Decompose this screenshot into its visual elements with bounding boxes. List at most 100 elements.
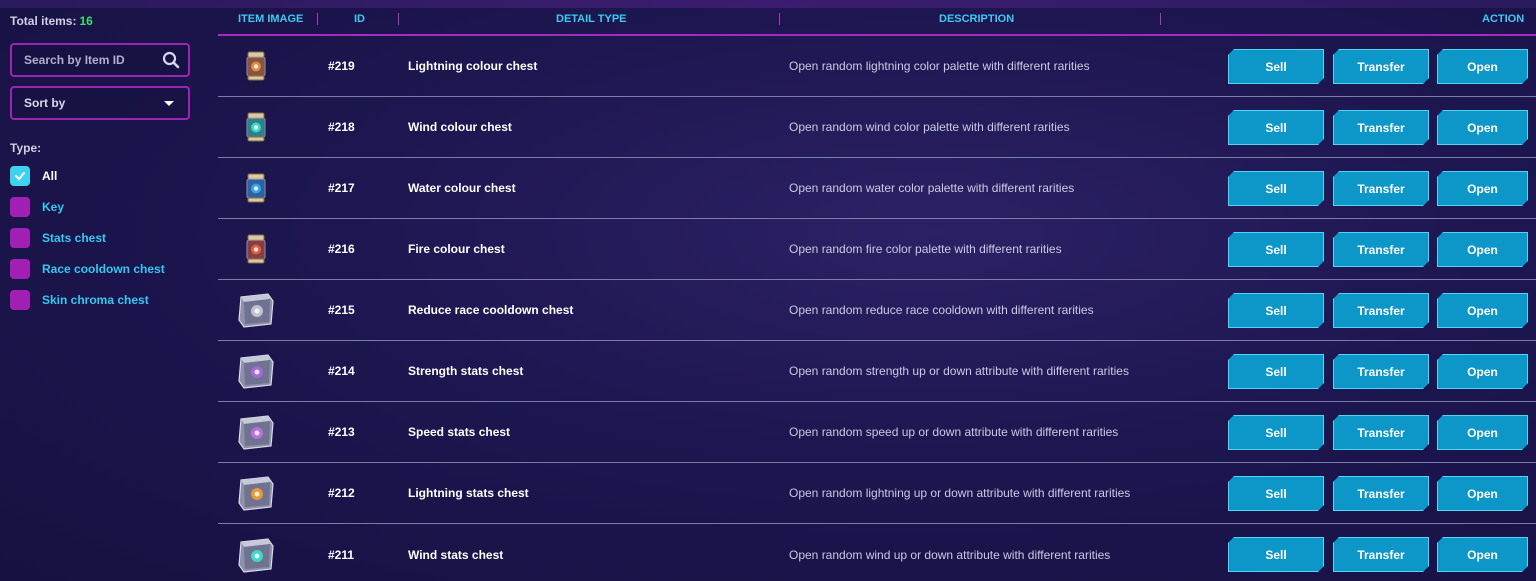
- table-row: #212 Lightning stats chest Open random lig…: [218, 463, 1536, 524]
- check-icon: [15, 172, 25, 181]
- item-detail-type: Water colour chest: [408, 181, 516, 195]
- item-image: [236, 412, 276, 452]
- item-detail-type: Lightning stats chest: [408, 486, 529, 500]
- transfer-button[interactable]: Transfer: [1333, 415, 1429, 450]
- jar-icon: [246, 173, 266, 203]
- filter-checkbox[interactable]: [10, 166, 30, 186]
- cube-icon: [238, 415, 274, 450]
- chevron-down-icon: [164, 100, 174, 106]
- item-description: Open random lightning up or down attribu…: [789, 486, 1131, 500]
- open-button[interactable]: Open: [1437, 537, 1528, 572]
- open-button[interactable]: Open: [1437, 49, 1528, 84]
- sell-button[interactable]: Sell: [1228, 476, 1324, 511]
- item-id: #212: [328, 486, 355, 500]
- filter-label: Key: [42, 200, 65, 214]
- item-detail-type: Fire colour chest: [408, 242, 505, 256]
- table-row: #217 Water colour chest Open random water …: [218, 158, 1536, 219]
- search-box[interactable]: [10, 43, 190, 77]
- items-table: ITEM IMAGE ID DETAIL TYPE DESCRIPTION AC…: [218, 0, 1536, 581]
- header-item-image: ITEM IMAGE: [238, 13, 304, 25]
- table-row: #213 Speed stats chest Open random speed u…: [218, 402, 1536, 463]
- open-button[interactable]: Open: [1437, 354, 1528, 389]
- item-id: #216: [328, 242, 355, 256]
- transfer-button[interactable]: Transfer: [1333, 476, 1429, 511]
- sell-button[interactable]: Sell: [1228, 415, 1324, 450]
- item-description: Open random reduce race cooldown with di…: [789, 303, 1094, 317]
- header-separator: [398, 13, 399, 25]
- filter-checkbox[interactable]: [10, 228, 30, 248]
- jar-icon: [246, 51, 266, 81]
- type-filter-skin-chroma-chest[interactable]: Skin chroma chest: [10, 290, 192, 310]
- transfer-button[interactable]: Transfer: [1333, 171, 1429, 206]
- item-description: Open random lightning color palette with…: [789, 59, 1090, 73]
- type-filter-race-cooldown-chest[interactable]: Race cooldown chest: [10, 259, 192, 279]
- header-detail-type: DETAIL TYPE: [556, 13, 627, 25]
- item-detail-type: Wind stats chest: [408, 547, 504, 562]
- item-detail-type: Lightning colour chest: [408, 59, 538, 73]
- jar-icon: [246, 112, 266, 142]
- item-description: Open random fire color palette with diff…: [789, 242, 1062, 256]
- sort-by-dropdown[interactable]: Sort by: [10, 86, 190, 120]
- item-description: Open random strength up or down attribut…: [789, 364, 1129, 378]
- item-image: [236, 351, 276, 391]
- table-row: #216 Fire colour chest Open random fire co…: [218, 219, 1536, 280]
- transfer-button[interactable]: Transfer: [1333, 537, 1429, 572]
- header-id: ID: [354, 13, 365, 25]
- table-row: #214 Strength stats chest Open random stre…: [218, 341, 1536, 402]
- table-row: #218 Wind colour chest Open random wind co…: [218, 97, 1536, 158]
- transfer-button[interactable]: Transfer: [1333, 232, 1429, 267]
- open-button[interactable]: Open: [1437, 232, 1528, 267]
- open-button[interactable]: Open: [1437, 415, 1528, 450]
- item-description: Open random speed up or down attribute w…: [789, 425, 1119, 439]
- search-icon[interactable]: [162, 51, 180, 69]
- item-image: [236, 229, 276, 269]
- item-id: #215: [328, 303, 355, 317]
- type-filter-key[interactable]: Key: [10, 197, 192, 217]
- table-row: #215 Reduce race cooldown chest Open rando…: [218, 280, 1536, 341]
- item-detail-type: Speed stats chest: [408, 425, 511, 439]
- item-detail-type: Strength stats chest: [408, 364, 524, 378]
- sell-button[interactable]: Sell: [1228, 354, 1324, 389]
- transfer-button[interactable]: Transfer: [1333, 110, 1429, 145]
- header-action: ACTION: [1482, 13, 1525, 25]
- header-separator: [317, 13, 318, 25]
- open-button[interactable]: Open: [1437, 110, 1528, 145]
- sell-button[interactable]: Sell: [1228, 293, 1324, 328]
- item-id: #213: [328, 425, 355, 439]
- item-detail-type: Reduce race cooldown chest: [408, 303, 574, 317]
- transfer-button[interactable]: Transfer: [1333, 354, 1429, 389]
- sell-button[interactable]: Sell: [1228, 171, 1324, 206]
- open-button[interactable]: Open: [1437, 171, 1528, 206]
- item-id: #211: [328, 547, 355, 562]
- header-separator: [779, 13, 780, 25]
- jar-icon: [246, 234, 266, 264]
- item-image: [236, 107, 276, 147]
- filter-label: Race cooldown chest: [42, 262, 165, 276]
- sell-button[interactable]: Sell: [1228, 110, 1324, 145]
- item-id: #214: [328, 364, 355, 378]
- header-separator: [1160, 13, 1161, 25]
- filter-label: Skin chroma chest: [42, 293, 149, 307]
- filter-checkbox[interactable]: [10, 259, 30, 279]
- open-button[interactable]: Open: [1437, 476, 1528, 511]
- item-description: Open random wind up or down attribute wi…: [789, 547, 1111, 562]
- item-image: [236, 473, 276, 513]
- filter-checkbox[interactable]: [10, 290, 30, 310]
- table-row: #219 Lightning colour chest Open random li…: [218, 36, 1536, 97]
- item-id: #218: [328, 120, 355, 134]
- cube-icon: [238, 537, 274, 573]
- transfer-button[interactable]: Transfer: [1333, 293, 1429, 328]
- transfer-button[interactable]: Transfer: [1333, 49, 1429, 84]
- type-filter-stats-chest[interactable]: Stats chest: [10, 228, 192, 248]
- item-description: Open random water color palette with dif…: [789, 181, 1075, 195]
- sell-button[interactable]: Sell: [1228, 232, 1324, 267]
- search-input[interactable]: [24, 53, 162, 67]
- open-button[interactable]: Open: [1437, 293, 1528, 328]
- total-items-count: 16: [79, 14, 93, 28]
- item-image: [236, 290, 276, 330]
- sell-button[interactable]: Sell: [1228, 49, 1324, 84]
- type-filter-all[interactable]: All: [10, 166, 192, 186]
- total-items: Total items: 16: [10, 14, 192, 28]
- sell-button[interactable]: Sell: [1228, 537, 1324, 572]
- filter-checkbox[interactable]: [10, 197, 30, 217]
